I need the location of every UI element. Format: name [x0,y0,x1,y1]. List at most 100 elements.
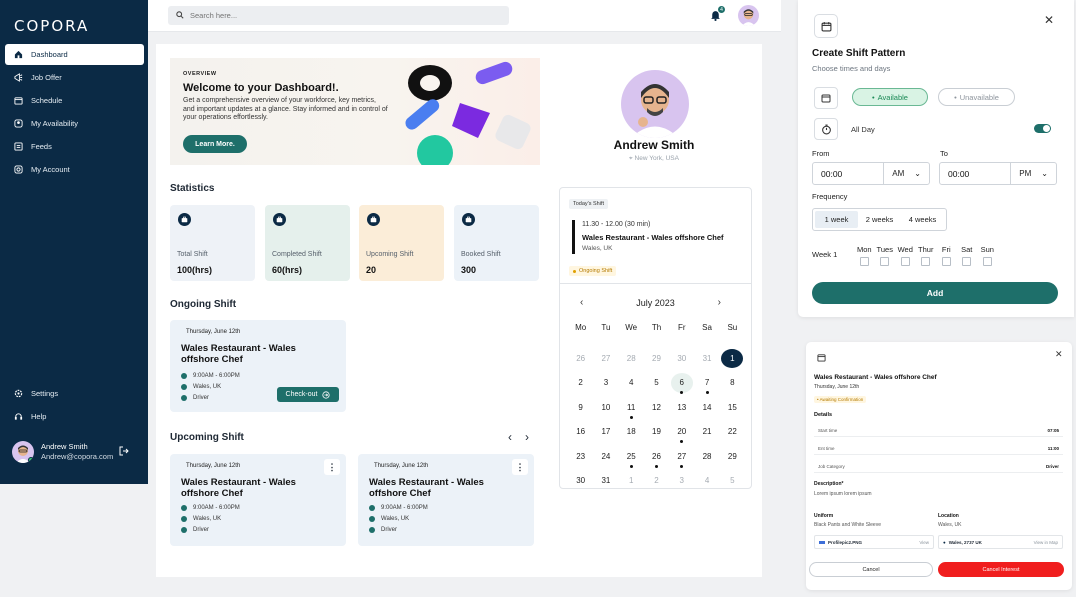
more-options-icon[interactable]: ⋮ [512,459,528,475]
calendar-day[interactable]: 8 [720,371,745,396]
calendar-day[interactable]: 5 [644,371,669,396]
add-button[interactable]: Add [812,282,1058,304]
calendar-day[interactable]: 3 [669,469,694,494]
cancel-interest-button[interactable]: Cancel Interest [938,562,1064,577]
calendar-day[interactable]: 1 [619,469,644,494]
calendar-day[interactable]: 17 [593,420,618,445]
weekday-checkbox[interactable] [982,257,992,266]
weekday-checkbox[interactable] [859,257,869,266]
chevron-right-icon[interactable]: › [718,297,721,308]
weekday-checkbox[interactable] [880,257,890,266]
search-input[interactable] [190,11,490,20]
to-time-field[interactable]: 00:00 PM ⌄ [939,162,1057,185]
search-box[interactable] [168,6,509,25]
calendar-day[interactable]: 15 [720,395,745,420]
calendar-day[interactable]: 2 [644,469,669,494]
weekday-option[interactable]: Sat [957,245,978,266]
calendar-day[interactable]: 13 [669,395,694,420]
sidebar-item-feeds[interactable]: Feeds [5,136,144,157]
calendar-day[interactable]: 28 [619,346,644,371]
calendar-day[interactable]: 4 [694,469,719,494]
sidebar-item-settings[interactable]: Settings [5,383,144,404]
weekday-option[interactable]: Fri [936,245,957,266]
frequency-option-4-weeks[interactable]: 4 weeks [901,211,944,228]
calendar-day[interactable]: 16 [568,420,593,445]
calendar-day[interactable]: 18 [619,420,644,445]
calendar-day[interactable]: 2 [568,371,593,396]
weekday-checkbox[interactable] [921,257,931,266]
calendar-day[interactable]: 11 [619,395,644,420]
sidebar-item-my-account[interactable]: My Account [5,159,144,180]
more-options-icon[interactable]: ⋮ [324,459,340,475]
all-day-toggle[interactable] [1034,124,1051,133]
notification-bell-icon[interactable]: 4 [710,6,725,23]
available-toggle[interactable]: • Available [852,88,928,106]
calendar-day[interactable]: 4 [619,371,644,396]
calendar-day[interactable]: 27 [669,444,694,469]
sidebar-item-dashboard[interactable]: Dashboard [5,44,144,65]
calendar-day[interactable]: 12 [644,395,669,420]
weekday-checkbox[interactable] [941,257,951,266]
sidebar-item-schedule[interactable]: Schedule [5,90,144,111]
learn-more-button[interactable]: Learn More. [183,135,247,153]
calendar-day[interactable]: 20 [669,420,694,445]
calendar-day[interactable]: 5 [720,469,745,494]
close-icon[interactable]: ✕ [1055,349,1063,360]
calendar-day[interactable]: 21 [694,420,719,445]
weekday-option[interactable]: Wed [895,245,916,266]
from-time-value[interactable]: 00:00 [813,163,883,184]
calendar-day[interactable]: 25 [619,444,644,469]
weekday-checkbox[interactable] [900,257,910,266]
calendar-day[interactable]: 26 [644,444,669,469]
file-view-link[interactable]: View [919,540,929,545]
logout-icon[interactable] [119,446,129,458]
cancel-button[interactable]: Cancel [809,562,933,577]
frequency-option-1-week[interactable]: 1 week [815,211,858,228]
calendar-day[interactable]: 29 [720,444,745,469]
weekday-option[interactable]: Mon [854,245,875,266]
ongoing-shift-card[interactable]: Thursday, June 12th Wales Restaurant - W… [170,320,346,412]
calendar-day[interactable]: 23 [568,444,593,469]
calendar-day[interactable]: 1 [720,346,745,371]
weekday-option[interactable]: Sun [977,245,998,266]
check-out-button[interactable]: Check-out [277,387,339,402]
sidebar-item-my-availability[interactable]: My Availability [5,113,144,134]
frequency-option-2-weeks[interactable]: 2 weeks [858,211,901,228]
close-icon[interactable]: ✕ [1044,13,1054,27]
calendar-day[interactable]: 26 [568,346,593,371]
weekday-option[interactable]: Tues [875,245,896,266]
calendar-day[interactable]: 31 [593,469,618,494]
sidebar-item-help[interactable]: Help [5,406,144,427]
calendar-day[interactable]: 3 [593,371,618,396]
calendar-day[interactable]: 27 [593,346,618,371]
upcoming-shift-card[interactable]: Thursday, June 12th ⋮ Wales Restaurant -… [358,454,534,546]
weekday-option[interactable]: Thur [916,245,937,266]
chevron-right-icon[interactable]: › [525,430,529,444]
file-attachment[interactable]: Profilepic2.PNG View [814,535,934,549]
calendar-day[interactable]: 9 [568,395,593,420]
weekday-checkbox[interactable] [962,257,972,266]
calendar-day[interactable]: 24 [593,444,618,469]
from-time-field[interactable]: 00:00 AM ⌄ [812,162,930,185]
avatar[interactable] [738,5,759,26]
map-location-box[interactable]: ● Wales, 2737 UK View in Map [938,535,1063,549]
upcoming-shift-card[interactable]: Thursday, June 12th ⋮ Wales Restaurant -… [170,454,346,546]
calendar-day[interactable]: 6 [669,371,694,396]
view-in-map-link[interactable]: View in Map [1034,540,1058,545]
calendar-day[interactable]: 28 [694,444,719,469]
calendar-day[interactable]: 31 [694,346,719,371]
calendar-day[interactable]: 30 [568,469,593,494]
calendar-day[interactable]: 22 [720,420,745,445]
calendar-day[interactable]: 29 [644,346,669,371]
calendar-day[interactable]: 14 [694,395,719,420]
to-time-value[interactable]: 00:00 [940,163,1010,184]
calendar-day[interactable]: 10 [593,395,618,420]
calendar-day[interactable]: 7 [694,371,719,396]
calendar-day[interactable]: 19 [644,420,669,445]
to-ampm-select[interactable]: PM ⌄ [1010,163,1056,184]
sidebar-item-job-offer[interactable]: Job Offer [5,67,144,88]
unavailable-toggle[interactable]: • Unavailable [938,88,1015,106]
chevron-left-icon[interactable]: ‹ [508,430,512,444]
calendar-day[interactable]: 30 [669,346,694,371]
from-ampm-select[interactable]: AM ⌄ [883,163,929,184]
